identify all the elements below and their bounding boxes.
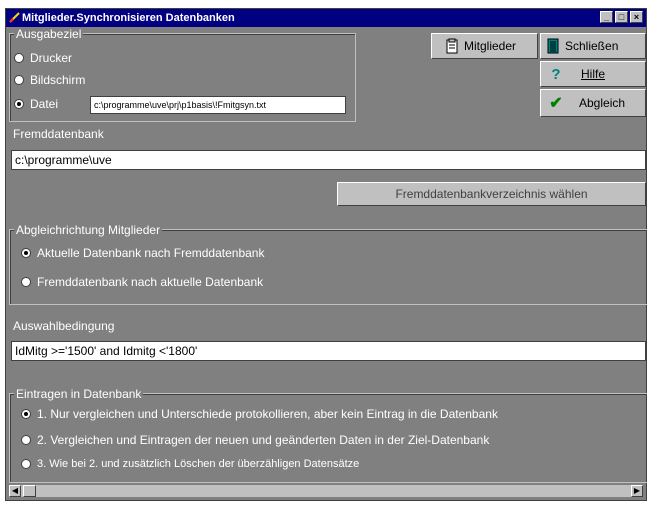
abgleichrichtung-group: Abgleichrichtung Mitglieder bbox=[9, 223, 647, 305]
radio-button[interactable] bbox=[14, 53, 24, 63]
window-title: Mitglieder.Synchronisieren Datenbanken bbox=[22, 12, 235, 24]
door-icon bbox=[547, 38, 559, 54]
question-icon: ? bbox=[551, 65, 561, 83]
file-path-input[interactable]: c:\programme\uve\prj\p1basis\!Fmitgsyn.t… bbox=[90, 96, 346, 114]
schliessen-button[interactable]: Schließen bbox=[540, 33, 646, 59]
title-bar[interactable]: Mitglieder.Synchronisieren Datenbanken _… bbox=[6, 9, 646, 27]
fremddatenbankverzeichnis-button[interactable]: Fremddatenbankverzeichnis wählen bbox=[337, 182, 646, 206]
schliessen-label: Schließen bbox=[565, 39, 619, 53]
fremddatenbank-input[interactable]: c:\programme\uve bbox=[11, 150, 646, 170]
radio-datei[interactable]: Datei bbox=[14, 97, 58, 111]
fremddatenbank-label: Fremddatenbank bbox=[13, 127, 104, 141]
radio-button[interactable] bbox=[21, 248, 31, 258]
radio-drucker[interactable]: Drucker bbox=[14, 51, 72, 65]
radio-option-1[interactable]: 1. Nur vergleichen und Unterschiede prot… bbox=[21, 407, 498, 421]
radio-button[interactable] bbox=[21, 409, 31, 419]
radio-button[interactable] bbox=[21, 459, 31, 469]
close-button[interactable]: × bbox=[630, 11, 643, 23]
radio-aktuelle-nach-fremd-label: Aktuelle Datenbank nach Fremddatenbank bbox=[37, 246, 265, 260]
auswahlbedingung-input[interactable]: IdMitg >='1500' and Idmitg <'1800' bbox=[11, 341, 646, 361]
hilfe-button[interactable]: ? Hilfe bbox=[540, 61, 646, 87]
abgleichrichtung-legend: Abgleichrichtung Mitglieder bbox=[14, 223, 163, 237]
radio-option-2-label: 2. Vergleichen und Eintragen der neuen u… bbox=[37, 433, 490, 447]
dialog-window: Mitglieder.Synchronisieren Datenbanken _… bbox=[5, 8, 647, 501]
radio-fremd-nach-aktuelle[interactable]: Fremddatenbank nach aktuelle Datenbank bbox=[21, 275, 263, 289]
check-icon: ✔ bbox=[549, 95, 563, 112]
clipboard-icon bbox=[446, 38, 458, 54]
radio-option-2[interactable]: 2. Vergleichen und Eintragen der neuen u… bbox=[21, 433, 489, 447]
radio-datei-label: Datei bbox=[30, 97, 59, 111]
radio-drucker-label: Drucker bbox=[30, 51, 73, 65]
fremddatenbankverzeichnis-label: Fremddatenbankverzeichnis wählen bbox=[395, 187, 588, 201]
mitglieder-label: Mitglieder bbox=[464, 39, 517, 53]
scroll-left-button[interactable]: ◀ bbox=[9, 485, 21, 497]
maximize-button[interactable]: □ bbox=[615, 11, 628, 23]
scroll-thumb[interactable] bbox=[23, 485, 36, 497]
minimize-button[interactable]: _ bbox=[600, 11, 613, 23]
ausgabeziel-legend: Ausgabeziel bbox=[14, 27, 84, 41]
radio-button[interactable] bbox=[21, 435, 31, 445]
radio-button[interactable] bbox=[14, 99, 24, 109]
radio-button[interactable] bbox=[14, 75, 24, 85]
eintragen-legend: Eintragen in Datenbank bbox=[14, 387, 144, 401]
abgleich-button[interactable]: ✔ Abgleich bbox=[540, 89, 646, 117]
radio-bildschirm[interactable]: Bildschirm bbox=[14, 73, 85, 87]
radio-button[interactable] bbox=[21, 277, 31, 287]
radio-aktuelle-nach-fremd[interactable]: Aktuelle Datenbank nach Fremddatenbank bbox=[21, 246, 264, 260]
radio-option-3[interactable]: 3. Wie bei 2. und zusätzlich Löschen der… bbox=[21, 458, 359, 470]
scroll-right-button[interactable]: ▶ bbox=[631, 485, 643, 497]
mitglieder-button[interactable]: Mitglieder bbox=[431, 33, 538, 59]
auswahlbedingung-label: Auswahlbedingung bbox=[13, 319, 115, 333]
abgleich-label: Abgleich bbox=[579, 96, 626, 110]
hilfe-label: Hilfe bbox=[581, 67, 606, 81]
horizontal-scrollbar[interactable]: ◀ ▶ bbox=[8, 484, 644, 498]
app-icon bbox=[9, 12, 20, 23]
radio-fremd-nach-aktuelle-label: Fremddatenbank nach aktuelle Datenbank bbox=[37, 275, 264, 289]
radio-option-3-label: 3. Wie bei 2. und zusätzlich Löschen der… bbox=[37, 458, 360, 470]
radio-option-1-label: 1. Nur vergleichen und Unterschiede prot… bbox=[37, 407, 498, 421]
radio-bildschirm-label: Bildschirm bbox=[30, 73, 86, 87]
